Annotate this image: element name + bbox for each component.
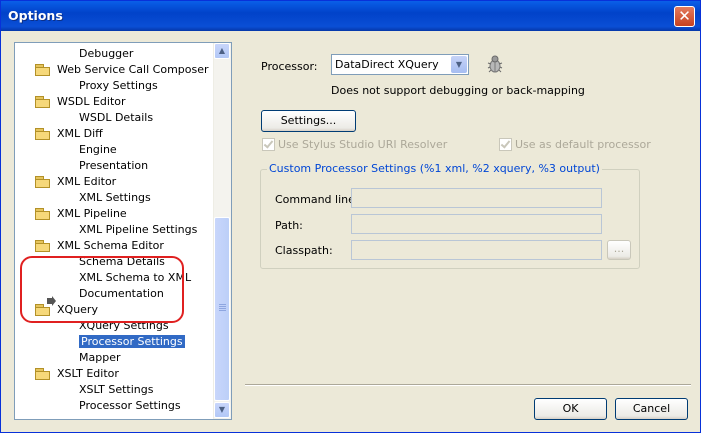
title-bar[interactable]: Options ✕ (1, 1, 700, 31)
scroll-down-icon: ▼ (218, 405, 226, 414)
tree-item-label: Web Service Call Composer (57, 63, 209, 76)
processor-select[interactable]: DataDirect XQuery ▼ (331, 54, 469, 75)
processor-select-value: DataDirect XQuery (335, 58, 439, 71)
tree-scrollbar[interactable]: ▲ ▼ (213, 43, 231, 419)
tree-item-label: XML Settings (79, 191, 151, 204)
folder-icon (35, 208, 51, 220)
settings-button[interactable]: Settings... (261, 110, 356, 132)
close-button[interactable]: ✕ (674, 6, 695, 27)
scroll-thumb[interactable] (214, 217, 230, 401)
window-title: Options (8, 8, 63, 23)
command-line-label: Command line: (275, 193, 359, 206)
scroll-down-button[interactable]: ▼ (214, 402, 230, 418)
folder-icon (35, 240, 51, 252)
folder-icon (35, 96, 51, 108)
tree-folder-item[interactable]: WSDL Editor (35, 94, 126, 110)
tree-item-label: Engine (79, 143, 117, 156)
path-label: Path: (275, 219, 303, 232)
tree-item-label: Mapper (79, 351, 121, 364)
tree-item[interactable]: WSDL Details (77, 110, 154, 126)
tree-item[interactable]: XML Pipeline Settings (77, 222, 198, 238)
cancel-button[interactable]: Cancel (615, 398, 688, 420)
tree-item[interactable]: Processor Settings (77, 398, 181, 414)
tree-item[interactable]: Mapper (77, 350, 121, 366)
tree-item-label: XML Pipeline (57, 207, 127, 220)
tree-item-label: XSLT Settings (79, 383, 154, 396)
tree-folder-item[interactable]: XSLT Editor (35, 366, 119, 382)
tree-folder-item[interactable]: XML Editor (35, 174, 116, 190)
folder-icon (35, 176, 51, 188)
command-line-field[interactable] (351, 188, 602, 208)
tree-item-label: Proxy Settings (79, 79, 158, 92)
processor-label: Processor: (261, 60, 318, 73)
tree-item[interactable]: Processor Settings (77, 334, 185, 350)
tree-item-label: Presentation (79, 159, 149, 172)
use-uri-resolver-label: Use Stylus Studio URI Resolver (278, 138, 448, 151)
tree-item-label: XML Pipeline Settings (79, 223, 198, 236)
highlight-annotation (20, 256, 184, 323)
tree-item[interactable]: XML Settings (77, 190, 151, 206)
folder-icon (35, 64, 51, 76)
options-dialog: Options ✕ ▲ ▼ Debugger Web Service Call C… (0, 0, 701, 433)
tree-item[interactable]: XSLT Settings (77, 382, 154, 398)
tree-item-label: WSDL Details (79, 111, 154, 124)
classpath-field[interactable] (351, 240, 602, 260)
tree-item-label: XSLT Editor (57, 367, 119, 380)
close-icon: ✕ (678, 7, 691, 25)
tree-item-label: WSDL Editor (57, 95, 126, 108)
scroll-up-button[interactable]: ▲ (214, 43, 230, 59)
grip-icon (219, 304, 226, 305)
tree-item[interactable]: Engine (77, 142, 117, 158)
tree-item[interactable]: Proxy Settings (77, 78, 158, 94)
default-processor-checkbox[interactable] (499, 138, 512, 151)
tree-item-label: Debugger (79, 47, 134, 60)
processor-note: Does not support debugging or back-mappi… (331, 84, 585, 97)
tree-folder-item[interactable]: XML Diff (35, 126, 103, 142)
tree-folder-item[interactable]: XML Pipeline (35, 206, 127, 222)
tree-folder-item[interactable]: XML Schema Editor (35, 238, 164, 254)
ok-button[interactable]: OK (534, 398, 607, 420)
scroll-up-icon: ▲ (218, 46, 226, 55)
folder-icon (35, 128, 51, 140)
classpath-browse-button[interactable]: ... (607, 240, 631, 260)
use-uri-resolver-checkbox[interactable] (262, 138, 275, 151)
tree-item[interactable]: Presentation (77, 158, 149, 174)
tree-item-label: Processor Settings (79, 399, 181, 412)
chevron-down-icon[interactable]: ▼ (451, 56, 467, 73)
tree-item-label: XML Diff (57, 127, 103, 140)
tree-folder-item[interactable]: Web Service Call Composer (35, 62, 209, 78)
tree-item-label: XML Editor (57, 175, 117, 188)
bug-icon (487, 55, 503, 73)
tree-item-label: Processor Settings (79, 335, 185, 348)
footer-divider (245, 384, 691, 386)
custom-processor-legend: Custom Processor Settings (%1 xml, %2 xq… (267, 162, 602, 175)
tree-item-label: XML Schema Editor (57, 239, 164, 252)
path-field[interactable] (351, 214, 602, 234)
folder-icon (35, 368, 51, 380)
options-tree[interactable]: ▲ ▼ Debugger Web Service Call Composer Pro… (14, 42, 232, 420)
arrow-pointer-icon (47, 296, 56, 306)
classpath-label: Classpath: (275, 244, 333, 257)
tree-item[interactable]: Debugger (77, 46, 134, 62)
default-processor-label: Use as default processor (515, 138, 651, 151)
